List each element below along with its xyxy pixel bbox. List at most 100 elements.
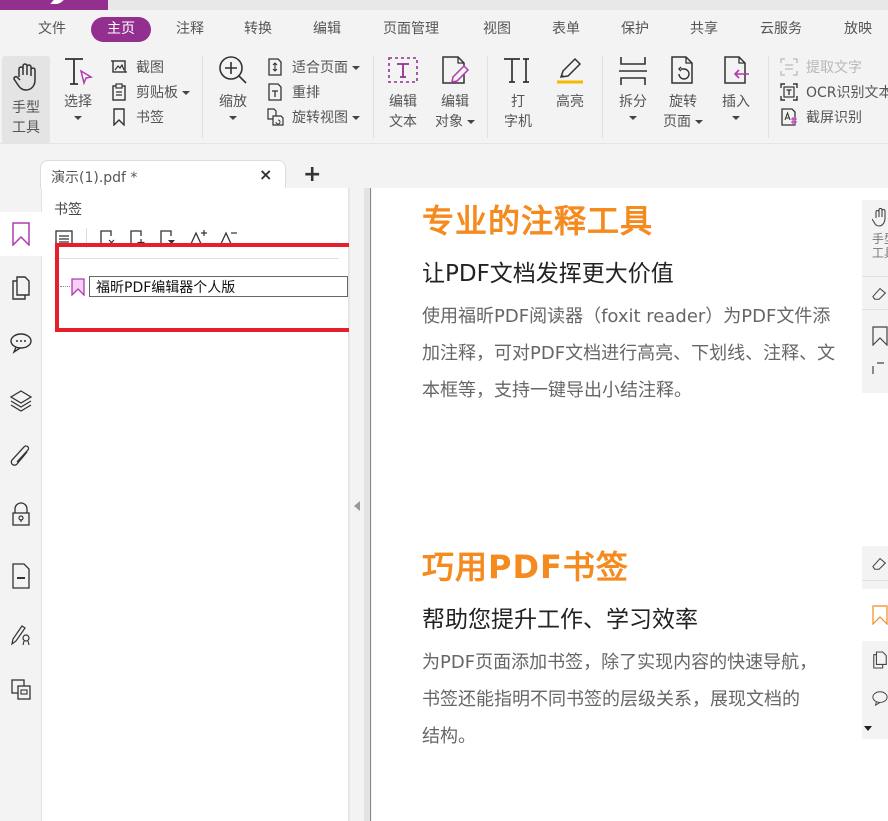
bookmark-item[interactable] [60,276,350,298]
bookmark-icon [113,108,125,126]
embedded-separator [862,580,888,581]
menu-edit[interactable]: 编辑 [303,17,351,42]
bookmark-button[interactable]: 书签 [110,106,164,130]
app-logo [0,0,108,10]
collapse-panel-arrow-icon[interactable] [354,501,360,511]
extract-text-label: 提取文字 [806,60,862,76]
screen-ocr-button[interactable]: 截屏识别 [780,106,862,130]
embedded-hand-tool: 手型 工具 [862,200,888,276]
sidebar-pages-button[interactable] [0,266,41,310]
edit-text-button[interactable]: 编辑 文本 [386,54,420,132]
clipboard-dropdown-caret[interactable] [182,91,190,95]
zoom-button[interactable]: 缩放 [214,54,252,120]
clipboard-label: 剪贴板 [136,85,178,101]
toolbar-separator [86,228,87,248]
menu-page-manage[interactable]: 页面管理 [373,17,449,42]
clipboard-button[interactable]: 剪贴板 [110,81,190,105]
rotate-view-label: 旋转视图 [292,110,348,126]
section2-subheading: 帮助您提升工作、学习效率 [422,607,698,633]
menu-file[interactable]: 文件 [28,17,76,42]
sidebar-bookmarks-button[interactable] [0,212,42,256]
menu-convert[interactable]: 转换 [234,17,282,42]
menu-form[interactable]: 表单 [542,17,590,42]
panel-splitter[interactable] [349,188,371,821]
fit-page-label: 适合页面 [292,60,348,76]
select-text-icon [65,58,94,86]
edit-object-dropdown-caret[interactable] [467,120,475,124]
insert-button[interactable]: 插入 [718,54,754,120]
embedded-hand-label-2: 工具 [872,246,888,260]
sidebar-compare-button[interactable] [0,668,41,712]
pages-icon [873,651,887,669]
typewriter-button[interactable]: 打 字机 [500,54,536,132]
menu-comment[interactable]: 注释 [166,17,214,42]
hand-tool-button[interactable]: 手型 工具 [2,56,50,144]
rotate-view-dropdown-caret[interactable] [352,116,360,120]
split-label: 拆分 [619,94,647,110]
sidebar-document-button[interactable] [0,554,41,598]
sidebar-attachments-button[interactable] [0,435,41,479]
embedded-toolbar-1: 手型 工具 [862,200,888,393]
embedded-bookmark [862,310,888,362]
hand-icon [872,208,886,227]
ocr-icon [780,83,798,101]
embedded-toolbar-2 [862,546,888,739]
increase-font-icon[interactable] [188,228,208,248]
embedded-hand-label-1: 手型 [872,232,888,246]
sidebar-signature-button[interactable] [0,612,41,656]
extract-text-button[interactable]: 提取文字 [780,56,862,80]
highlight-button[interactable]: 高亮 [552,54,588,112]
fit-page-icon [268,58,282,76]
fit-page-button[interactable]: 适合页面 [266,56,360,80]
ribbon-toolbar: 手型 工具 选择 截图 剪贴板 书签 缩放 适合页面 重排 旋转视图 编辑 文本 [0,48,888,144]
move-bookmark-icon[interactable] [158,228,178,248]
close-tab-icon[interactable]: × [259,165,272,184]
security-icon [11,502,30,526]
zoom-in-icon [219,56,247,84]
add-bookmark-icon[interactable] [128,228,148,248]
sidebar-layers-button[interactable] [0,378,41,422]
expand-all-icon[interactable] [54,228,74,248]
comments-icon [872,691,888,707]
bookmark-name-input[interactable] [89,276,348,297]
pages-icon [11,276,30,300]
split-button[interactable]: 拆分 [615,54,651,120]
insert-dropdown-caret[interactable] [732,116,740,120]
eraser-icon [872,287,887,300]
rotate-page-dropdown-caret[interactable] [695,120,703,124]
rotate-page-button[interactable]: 旋转 页面 [660,54,706,132]
splitter-edge [364,188,371,821]
sidebar-comments-button[interactable] [0,321,41,365]
screenshot-button[interactable]: 截图 [110,56,164,80]
select-button[interactable]: 选择 [58,54,98,120]
fit-page-dropdown-caret[interactable] [352,66,360,70]
menu-bar: 文件 主页 注释 转换 编辑 页面管理 视图 表单 保护 共享 云服务 放映 [0,10,888,48]
screenshot-icon [111,60,127,73]
sidebar-security-button[interactable] [0,492,41,536]
menu-view[interactable]: 视图 [473,17,521,42]
signature-icon [10,625,30,646]
menu-present[interactable]: 放映 [834,17,882,42]
split-dropdown-caret[interactable] [629,116,637,120]
bookmark-label: 书签 [136,110,164,126]
edit-object-label-2-text: 对象 [435,114,463,130]
menu-home[interactable]: 主页 [91,17,151,42]
zoom-label: 缩放 [219,94,247,110]
menu-cloud[interactable]: 云服务 [750,17,812,42]
ribbon-separator [202,56,203,138]
edit-object-button[interactable]: 编辑 对象 [433,54,477,132]
embedded-eraser [862,546,888,580]
select-dropdown-caret[interactable] [74,116,82,120]
zoom-dropdown-caret[interactable] [229,116,237,120]
new-tab-button[interactable]: + [303,162,321,187]
hand-tool-label-2: 工具 [12,120,40,136]
menu-protect[interactable]: 保护 [611,17,659,42]
rotate-view-button[interactable]: 旋转视图 [266,106,360,130]
reflow-button[interactable]: 重排 [266,81,320,105]
delete-bookmark-icon[interactable] [98,228,118,248]
insert-label: 插入 [722,94,750,110]
menu-share[interactable]: 共享 [680,17,728,42]
ocr-button[interactable]: OCR识别文本 [780,81,888,105]
embedded-dropdown-caret-icon [864,726,872,731]
decrease-font-icon[interactable] [218,228,238,248]
